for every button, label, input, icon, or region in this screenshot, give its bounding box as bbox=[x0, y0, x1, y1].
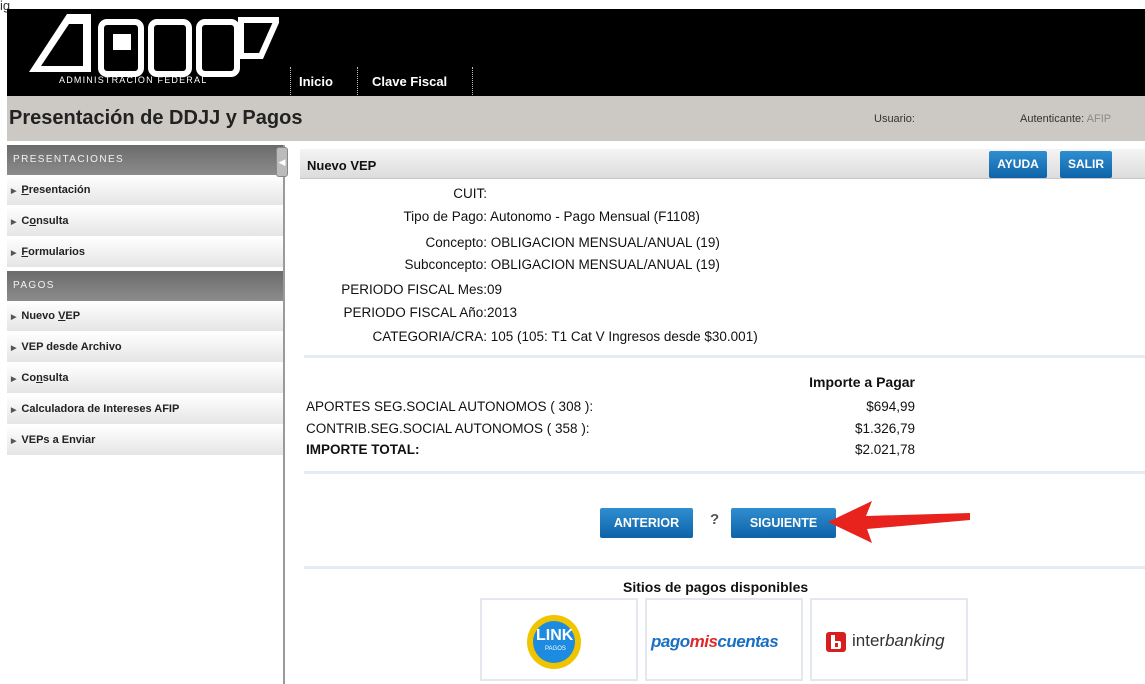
nav-inicio-link[interactable]: Inicio bbox=[299, 74, 333, 89]
amount-value-aportes: $694,99 bbox=[866, 399, 915, 414]
nav-separator bbox=[357, 67, 358, 95]
sidebar-item-presentacion[interactable]: ▶ Presentación bbox=[7, 175, 283, 206]
header-bar: ADMINISTRACION FEDERAL Inicio Clave Fisc… bbox=[7, 9, 1145, 96]
link-pagos-logo[interactable]: LINK PAGOS bbox=[480, 598, 638, 681]
collapse-sidebar-button[interactable]: ◀ bbox=[276, 147, 288, 177]
chevron-right-icon: ▶ bbox=[11, 314, 17, 321]
chevron-right-icon: ▶ bbox=[11, 407, 17, 414]
amount-label-contrib: CONTRIB.SEG.SOCIAL AUTONOMOS ( 358 ): bbox=[306, 421, 590, 436]
sidebar-header-pagos: PAGOS bbox=[7, 271, 283, 301]
total-value: $2.021,78 bbox=[854, 442, 915, 457]
divider bbox=[304, 355, 1145, 358]
user-label: Usuario: bbox=[874, 113, 915, 125]
divider bbox=[304, 566, 1145, 569]
help-icon[interactable]: ? bbox=[710, 511, 719, 528]
sidebar: PRESENTACIONES ▶ Presentación ▶ Consulta ▶… bbox=[7, 145, 285, 684]
vep-title: Nuevo VEP bbox=[307, 158, 377, 173]
sidebar-item-vep-desde-archivo[interactable]: ▶ VEP desde Archivo bbox=[7, 332, 283, 363]
pagomiscuentas-logo[interactable]: pagomiscuentas bbox=[645, 598, 803, 681]
field-concepto: Concepto: OBLIGACION MENSUAL/ANUAL (19) bbox=[425, 235, 720, 250]
pagomiscuentas-text: pagomiscuentas bbox=[651, 632, 779, 651]
auth-label: Autenticante: AFIP bbox=[1020, 113, 1111, 125]
chevron-left-icon: ◀ bbox=[278, 157, 286, 167]
logo-caption: ADMINISTRACION FEDERAL bbox=[59, 75, 208, 85]
chevron-right-icon: ▶ bbox=[11, 250, 17, 257]
sidebar-item-formularios[interactable]: ▶ Formularios bbox=[7, 237, 283, 268]
importe-header: Importe a Pagar bbox=[809, 374, 915, 390]
field-cuit: CUIT: bbox=[453, 186, 487, 201]
main-content: Nuevo VEP AYUDA SALIR CUIT: Tipo de Pago… bbox=[300, 149, 1145, 684]
auth-label-text: Autenticante: bbox=[1020, 113, 1085, 125]
page-title: Presentación de DDJJ y Pagos bbox=[9, 107, 303, 129]
field-subconcepto: Subconcepto: OBLIGACION MENSUAL/ANUAL (1… bbox=[404, 257, 720, 272]
amount-label-aportes: APORTES SEG.SOCIAL AUTONOMOS ( 308 ): bbox=[306, 399, 594, 414]
sitios-title: Sitios de pagos disponibles bbox=[623, 579, 809, 595]
field-tipo-de-pago: Tipo de Pago: Autonomo - Pago Mensual (F… bbox=[403, 209, 700, 224]
nav-separator bbox=[290, 67, 291, 95]
anterior-button[interactable]: ANTERIOR bbox=[600, 508, 693, 538]
interbanking-icon bbox=[826, 632, 846, 652]
sidebar-item-consulta[interactable]: ▶ Consulta bbox=[7, 206, 283, 237]
sidebar-item-veps-a-enviar[interactable]: ▶ VEPs a Enviar bbox=[7, 425, 283, 456]
interbanking-text: interbanking bbox=[852, 631, 945, 650]
auth-value: AFIP bbox=[1086, 113, 1112, 125]
field-periodo-mes: PERIODO FISCAL Mes:09 bbox=[341, 282, 503, 297]
field-categoria: CATEGORIA/CRA: 105 (105: T1 Cat V Ingres… bbox=[372, 329, 758, 344]
chevron-right-icon: ▶ bbox=[11, 376, 17, 383]
red-arrow-icon bbox=[828, 501, 970, 543]
link-logo-sub: PAGOS bbox=[545, 646, 566, 652]
interbanking-logo[interactable]: interbanking bbox=[810, 598, 968, 681]
sidebar-item-nuevo-vep[interactable]: ▶ Nuevo VEP bbox=[7, 301, 283, 332]
chevron-right-icon: ▶ bbox=[11, 188, 17, 195]
vep-header-bar: Nuevo VEP AYUDA SALIR bbox=[300, 149, 1145, 179]
ayuda-button[interactable]: AYUDA bbox=[989, 151, 1047, 178]
link-logo-text: LINK bbox=[536, 627, 574, 644]
salir-button[interactable]: SALIR bbox=[1060, 151, 1112, 178]
chevron-right-icon: ▶ bbox=[11, 438, 17, 445]
nav-clave-fiscal-link[interactable]: Clave Fiscal bbox=[372, 74, 447, 89]
divider bbox=[304, 471, 1145, 474]
amount-value-contrib: $1.326,79 bbox=[854, 421, 915, 436]
field-periodo-anio: PERIODO FISCAL Año:2013 bbox=[343, 305, 518, 320]
title-bar: Presentación de DDJJ y Pagos Usuario: Au… bbox=[7, 96, 1145, 141]
total-label: IMPORTE TOTAL: bbox=[306, 442, 420, 457]
sidebar-item-calculadora[interactable]: ▶ Calculadora de Intereses AFIP bbox=[7, 394, 283, 425]
chevron-right-icon: ▶ bbox=[11, 345, 17, 352]
chevron-right-icon: ▶ bbox=[11, 219, 17, 226]
sidebar-item-consulta-pagos[interactable]: ▶ Consulta bbox=[7, 363, 283, 394]
nav-separator bbox=[472, 67, 473, 95]
sidebar-header-presentaciones: PRESENTACIONES bbox=[7, 145, 283, 175]
